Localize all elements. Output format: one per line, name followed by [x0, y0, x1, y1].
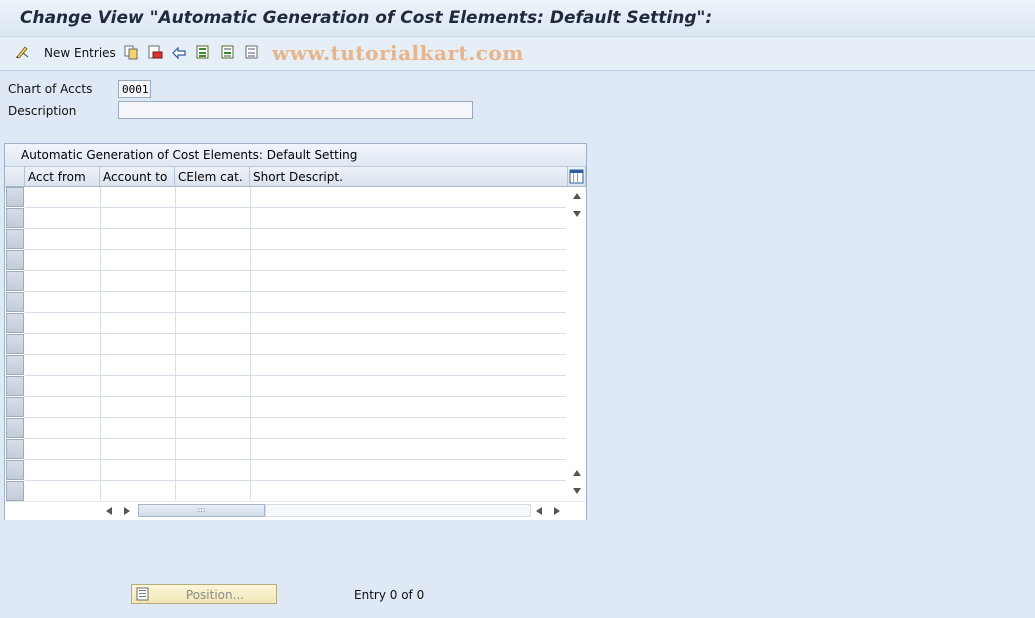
select-block-icon[interactable] [220, 44, 236, 60]
table-row [25, 312, 566, 313]
scroll-page-down-arrow-icon[interactable] [573, 488, 581, 494]
scroll-right-end-arrow-icon[interactable] [554, 507, 560, 515]
row-selector[interactable] [6, 229, 24, 249]
horizontal-scrollbar[interactable]: ::: [5, 501, 586, 520]
table-control: Automatic Generation of Cost Elements: D… [4, 143, 587, 520]
scroll-down-arrow-icon[interactable] [573, 211, 581, 217]
column-divider [175, 187, 176, 500]
description-label: Description [8, 104, 77, 118]
table-row [25, 375, 566, 376]
copy-icon[interactable] [123, 44, 139, 60]
table-row [25, 333, 566, 334]
table-row [25, 417, 566, 418]
description-field[interactable] [118, 101, 473, 119]
scroll-left-end-arrow-icon[interactable] [536, 507, 542, 515]
row-selector[interactable] [6, 271, 24, 291]
table-row [25, 459, 566, 460]
scroll-right-arrow-icon[interactable] [124, 507, 130, 515]
column-header-celem-cat[interactable]: CElem cat. [175, 167, 250, 187]
title-bar: Change View "Automatic Generation of Cos… [0, 0, 1035, 36]
position-button-label: Position... [185, 588, 245, 602]
new-entries-button[interactable]: New Entries [44, 46, 116, 60]
position-button[interactable]: Position... [131, 584, 277, 604]
column-header-acct-from[interactable]: Acct from [25, 167, 100, 187]
row-selector[interactable] [6, 376, 24, 396]
undo-icon[interactable] [171, 44, 187, 60]
table-row [25, 207, 566, 208]
table-row [25, 270, 566, 271]
row-selector[interactable] [6, 481, 24, 501]
chart-of-accts-label: Chart of Accts [8, 82, 93, 96]
application-toolbar: New Entries www.tutorialkart.com [0, 36, 1035, 71]
row-selector[interactable] [6, 460, 24, 480]
watermark: www.tutorialkart.com [272, 41, 524, 65]
column-header-account-to[interactable]: Account to [100, 167, 175, 187]
vertical-scrollbar[interactable] [568, 187, 586, 500]
column-divider [250, 187, 251, 500]
row-selector[interactable] [6, 334, 24, 354]
page-title: Change View "Automatic Generation of Cos… [20, 8, 713, 28]
entry-count-text: Entry 0 of 0 [354, 588, 425, 602]
scroll-left-arrow-icon[interactable] [106, 507, 112, 515]
row-selector[interactable] [6, 355, 24, 375]
table-row [25, 249, 566, 250]
table-row [25, 480, 566, 481]
row-selector[interactable] [6, 187, 24, 207]
table-row [25, 228, 566, 229]
select-all-icon[interactable] [195, 44, 211, 60]
row-selector[interactable] [6, 292, 24, 312]
horizontal-scroll-track[interactable] [265, 504, 531, 517]
row-selector[interactable] [6, 313, 24, 333]
table-row [25, 291, 566, 292]
table-title: Automatic Generation of Cost Elements: D… [21, 148, 358, 162]
deselect-all-icon[interactable] [244, 44, 260, 60]
delete-icon[interactable] [147, 44, 163, 60]
scroll-page-up-arrow-icon[interactable] [573, 470, 581, 476]
chart-of-accts-field[interactable]: 0001 [118, 80, 151, 98]
row-selector[interactable] [6, 397, 24, 417]
horizontal-scroll-thumb[interactable]: ::: [138, 504, 265, 517]
row-selector[interactable] [6, 250, 24, 270]
table-settings-icon[interactable] [568, 167, 586, 187]
table-row [25, 354, 566, 355]
column-divider [100, 187, 101, 500]
edit-pencil-icon[interactable] [14, 44, 30, 60]
row-selector[interactable] [6, 439, 24, 459]
column-header-short-descript[interactable]: Short Descript. [250, 167, 568, 187]
table-row [25, 396, 566, 397]
select-all-rows-button[interactable] [5, 167, 25, 187]
row-selector[interactable] [6, 418, 24, 438]
scroll-up-arrow-icon[interactable] [573, 193, 581, 199]
table-title-bar: Automatic Generation of Cost Elements: D… [5, 144, 586, 167]
table-row [25, 438, 566, 439]
row-selector[interactable] [6, 208, 24, 228]
